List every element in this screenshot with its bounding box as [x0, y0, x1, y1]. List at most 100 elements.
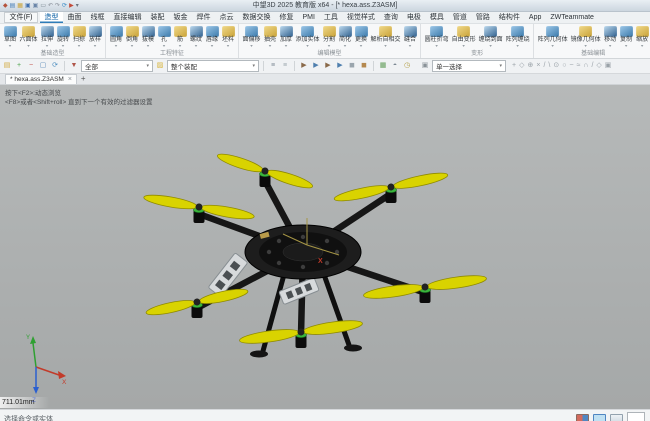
model-canvas[interactable]: X Y X Z — [0, 85, 650, 409]
thread-button[interactable]: 螺纹▾ — [188, 24, 204, 49]
sew-button[interactable]: 缝合▾ — [402, 24, 418, 49]
pick-axis-icon[interactable]: × — [536, 61, 540, 71]
lip-button[interactable]: 唇缘▾ — [204, 24, 220, 49]
tab-piping[interactable]: 管道 — [448, 12, 471, 23]
window-switch-icon[interactable] — [576, 414, 589, 421]
filter-manager-icon[interactable]: ▼ — [69, 61, 79, 71]
mirror-geometry-button[interactable]: 镜像几何体▾ — [569, 24, 602, 49]
tab-weldment[interactable]: 焊件 — [192, 12, 215, 23]
customize-quick-access-icon[interactable]: ▾ — [76, 1, 79, 11]
tab-electrode[interactable]: 电极 — [402, 12, 425, 23]
redo-icon[interactable]: ↷ — [55, 1, 60, 11]
pick-vertex-icon[interactable]: ◇ — [519, 61, 524, 71]
window-layout-icon[interactable]: ▢ — [38, 61, 48, 71]
regen-icon[interactable]: ⟳ — [62, 1, 67, 11]
print-icon[interactable]: ▭ — [40, 1, 46, 11]
revolve-button[interactable]: 旋转▾ — [55, 24, 71, 49]
tab-tubing[interactable]: 管路 — [471, 12, 494, 23]
tab-shape[interactable]: 造型 — [40, 12, 63, 23]
history-step-icon[interactable]: ▶ — [299, 61, 309, 71]
collapse-tree-icon[interactable]: − — [26, 61, 36, 71]
pick-sketch-icon[interactable]: / — [591, 61, 593, 71]
new-file-icon[interactable]: ▤ — [10, 1, 16, 11]
open-file-icon[interactable]: ▦ — [17, 1, 23, 11]
tab-sheet-metal[interactable]: 钣金 — [169, 12, 192, 23]
filter-all-combo[interactable]: 全部 ▾ — [81, 60, 153, 72]
save-icon[interactable]: ▣ — [25, 1, 31, 11]
play-icon[interactable]: ▶ — [69, 1, 74, 11]
quick-input-box[interactable] — [627, 412, 645, 421]
tab-direct-edit[interactable]: 直接编辑 — [109, 12, 146, 23]
record-icon[interactable]: ▶ — [323, 61, 333, 71]
stock-button[interactable]: 坯料▾ — [220, 24, 236, 49]
pick-arc-icon[interactable]: ○ — [562, 61, 566, 71]
manager-pane-icon[interactable]: ▤ — [2, 61, 12, 71]
tab-inquire[interactable]: 查询 — [379, 12, 402, 23]
tab-repair[interactable]: 修复 — [275, 12, 298, 23]
sweep-button[interactable]: 扫掠▾ — [71, 24, 87, 49]
document-tab-hexa[interactable]: * hexa.ass.Z3ASM × — [5, 74, 77, 84]
copy-button[interactable]: 复制▾ — [618, 24, 634, 49]
undo-icon[interactable]: ↶ — [48, 1, 53, 11]
face-offset-button[interactable]: 面偏移▾ — [241, 24, 262, 49]
tab-point-cloud[interactable]: 点云 — [215, 12, 238, 23]
divide-button[interactable]: 分割▾ — [321, 24, 337, 49]
viewport[interactable]: 按下<F2>:动态浏览 <F8>或者<Shift+roll> 直到下一个有效的过… — [0, 85, 650, 409]
sort-icon[interactable]: ≡ — [280, 61, 290, 71]
chamfer-button[interactable]: 倒角▾ — [124, 24, 140, 49]
pick-line-icon[interactable]: / — [543, 61, 545, 71]
sketch-button[interactable]: 草图▾ — [2, 24, 18, 49]
pattern-wrap-button[interactable]: 阵列缠绕▾ — [504, 24, 531, 49]
scale-button[interactable]: 缩放▾ — [634, 24, 650, 49]
list-view-icon[interactable]: ≡ — [268, 61, 278, 71]
pick-component-icon[interactable]: ▣ — [605, 61, 612, 71]
drone-model[interactable]: X — [143, 151, 487, 358]
play-session-icon[interactable]: ▶ — [335, 61, 345, 71]
tab-app[interactable]: App — [524, 12, 545, 23]
refresh-icon[interactable]: ⟳ — [50, 61, 60, 71]
wrap-to-face-button[interactable]: 缠绕到面▾ — [477, 24, 504, 49]
pick-mode-icon[interactable]: ▣ — [420, 61, 430, 71]
extrude-button[interactable]: 拉伸▾ — [39, 24, 55, 49]
resolve-self-intersection-button[interactable]: 解析自相交▾ — [369, 24, 402, 49]
tab-pmi[interactable]: PMI — [298, 12, 319, 23]
pick-edge-icon[interactable]: \ — [548, 61, 550, 71]
shell-button[interactable]: 抽壳▾ — [262, 24, 278, 49]
tab-data-exchange[interactable]: 数据交换 — [238, 12, 275, 23]
display-mode-icon[interactable]: ◓ — [390, 61, 400, 71]
assembly-scope-icon[interactable]: ▨ — [155, 61, 165, 71]
pick-spline-icon[interactable]: ≈ — [577, 61, 581, 71]
tab-assembly[interactable]: 装配 — [146, 12, 169, 23]
pick-circle-icon[interactable]: ⊙ — [553, 61, 559, 71]
tab-mold[interactable]: 模具 — [425, 12, 448, 23]
pick-face-icon[interactable]: ∩ — [583, 61, 588, 71]
fillet-button[interactable]: 圆角▾ — [108, 24, 124, 49]
draft-button[interactable]: 拔模▾ — [140, 24, 156, 49]
tab-file[interactable]: 文件(F) — [4, 12, 38, 23]
pause-icon[interactable]: ◼ — [347, 61, 357, 71]
center-plate[interactable] — [245, 225, 361, 279]
pick-point-icon[interactable]: + — [512, 61, 516, 71]
layer-icon[interactable]: ▦ — [378, 61, 388, 71]
new-tab-button[interactable]: + — [77, 74, 90, 84]
clip-section-icon[interactable]: ▶ — [311, 61, 321, 71]
thicken-button[interactable]: 加厚▾ — [278, 24, 294, 49]
pick-datum-icon[interactable]: ⊕ — [527, 61, 533, 71]
pick-curve-icon[interactable]: ~ — [569, 61, 573, 71]
pick-filter-combo[interactable]: 单一选择 ▾ — [432, 60, 506, 72]
app-menu-icon[interactable]: ◆ — [3, 1, 8, 11]
free-form-deform-button[interactable]: 自由变形▾ — [450, 24, 477, 49]
replace-button[interactable]: 更换▾ — [353, 24, 369, 49]
panel-toggle-icon[interactable] — [610, 414, 623, 421]
expand-tree-icon[interactable]: + — [14, 61, 24, 71]
assembly-scope-combo[interactable]: 整个装配 ▾ — [167, 60, 259, 72]
simplify-button[interactable]: 简化▾ — [337, 24, 353, 49]
cylindrical-bend-button[interactable]: 圆柱折弯▾ — [423, 24, 450, 49]
save-all-icon[interactable]: ▣ — [33, 1, 39, 11]
tab-visual-style[interactable]: 视觉样式 — [342, 12, 379, 23]
pattern-geometry-button[interactable]: 阵列几何体▾ — [536, 24, 569, 49]
pick-shape-icon[interactable]: ◇ — [596, 61, 601, 71]
close-tab-icon[interactable]: × — [68, 76, 72, 83]
tab-wireframe[interactable]: 线框 — [86, 12, 109, 23]
tab-surface[interactable]: 曲面 — [63, 12, 86, 23]
